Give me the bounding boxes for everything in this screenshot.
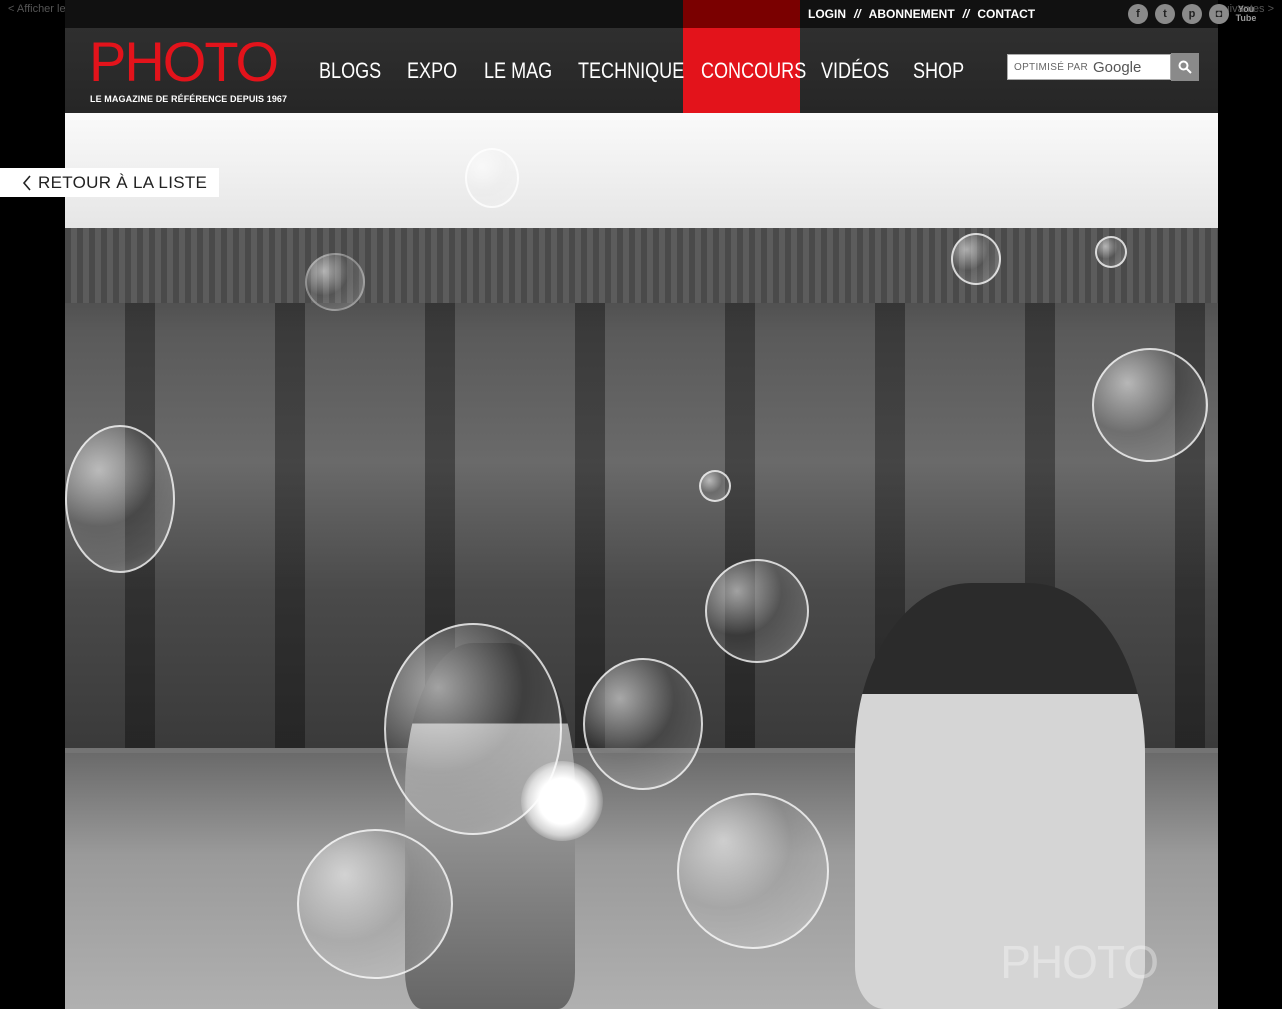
- site-logo[interactable]: PHOTO: [89, 34, 279, 90]
- photo-bubble: [583, 658, 703, 790]
- instagram-icon[interactable]: ◘: [1209, 4, 1229, 24]
- contact-link[interactable]: CONTACT: [977, 7, 1035, 21]
- site-header: BLOGS EXPO LE MAG TECHNIQUE CONCOURS VID…: [65, 28, 1218, 113]
- google-brand: Google: [1092, 58, 1142, 76]
- photo-watermark: PHOTO: [1000, 936, 1159, 988]
- nav-item-concours[interactable]: CONCOURS: [701, 28, 806, 113]
- back-to-list-button[interactable]: RETOUR À LA LISTE: [0, 168, 219, 197]
- chevron-left-icon: [22, 174, 31, 191]
- twitter-icon[interactable]: t: [1155, 4, 1175, 24]
- abonnement-link[interactable]: ABONNEMENT: [869, 7, 955, 21]
- photo-bubble: [305, 253, 365, 311]
- nav-item-shop[interactable]: SHOP: [913, 28, 964, 113]
- search-box: OPTIMISÉ PAR Google: [1007, 53, 1200, 81]
- utility-bar: LOGIN // ABONNEMENT // CONTACT f t p ◘ Y…: [65, 0, 1256, 28]
- facebook-icon[interactable]: f: [1128, 4, 1148, 24]
- search-icon: [1178, 60, 1192, 74]
- active-tab-marker: [683, 0, 800, 28]
- photo-roof: [65, 228, 1218, 303]
- photo-bubble: [705, 559, 809, 663]
- social-links: f t p ◘ You Tube: [1128, 4, 1256, 24]
- nav-item-technique[interactable]: TECHNIQUE: [578, 28, 684, 113]
- photo-bubble: [1095, 236, 1127, 268]
- photo-sky: [65, 113, 1218, 243]
- photo-bubble: [465, 148, 519, 208]
- nav-item-expo[interactable]: EXPO: [407, 28, 457, 113]
- separator: //: [962, 7, 970, 21]
- nav-item-le-mag[interactable]: LE MAG: [484, 28, 552, 113]
- photo-bubble: [699, 470, 731, 502]
- nav-item-blogs[interactable]: BLOGS: [319, 28, 381, 113]
- photo-light-flare: [521, 761, 603, 841]
- photo-bubble: [297, 829, 453, 979]
- photo-bubble: [951, 233, 1001, 285]
- search-input[interactable]: OPTIMISÉ PAR Google: [1007, 54, 1171, 80]
- photo-bubble: [1092, 348, 1208, 462]
- search-button[interactable]: [1171, 53, 1199, 81]
- separator: //: [854, 7, 861, 21]
- site-tagline: LE MAGAZINE DE RÉFÉRENCE DEPUIS 1967: [90, 94, 288, 104]
- photo-bubble: [65, 425, 175, 573]
- contest-photo: PHOTO: [65, 113, 1218, 1009]
- back-to-list-label: RETOUR À LA LISTE: [38, 172, 208, 192]
- login-link[interactable]: LOGIN: [808, 7, 846, 21]
- search-powered-by: OPTIMISÉ PAR: [1014, 61, 1088, 73]
- pinterest-icon[interactable]: p: [1182, 4, 1202, 24]
- photo-bubble: [677, 793, 829, 949]
- nav-item-videos[interactable]: VIDÉOS: [821, 28, 889, 113]
- previous-link[interactable]: < Afficher les: [8, 3, 71, 15]
- youtube-icon[interactable]: You Tube: [1236, 4, 1257, 24]
- utility-nav: LOGIN // ABONNEMENT // CONTACT: [808, 0, 1035, 28]
